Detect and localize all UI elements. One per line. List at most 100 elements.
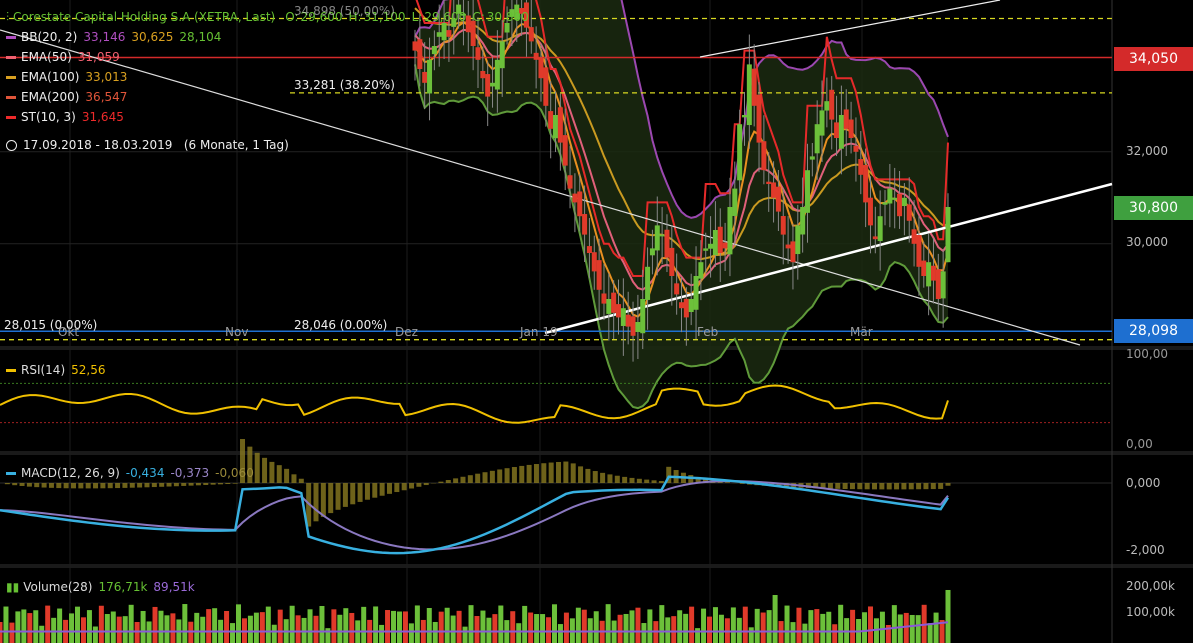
volume-bar — [593, 611, 599, 643]
candle-body — [606, 299, 612, 314]
volume-bar — [158, 610, 164, 643]
candle-body — [800, 207, 806, 235]
candle-body — [659, 234, 665, 237]
macd-hist-bar — [886, 483, 892, 490]
legend-row[interactable]: EMA(200) 36,547 — [6, 87, 133, 107]
volume-bar — [152, 606, 158, 643]
candle-body — [737, 124, 743, 181]
volume-bar — [933, 612, 939, 643]
candle-body — [557, 107, 563, 143]
volume-bar — [212, 608, 218, 643]
volume-bar — [891, 605, 897, 643]
candle-body — [528, 27, 534, 42]
candle-body — [446, 30, 452, 37]
date-range[interactable]: 17.09.2018 - 18.03.2019 (6 Monate, 1 Tag… — [6, 138, 289, 152]
volume-bar — [140, 610, 146, 643]
volume-bar — [540, 614, 546, 643]
macd-hist-bar — [335, 483, 341, 510]
macd-hist-bar — [541, 463, 547, 483]
macd-hist-bar — [298, 478, 304, 483]
macd-hist-bar — [460, 476, 466, 483]
candle-body — [882, 202, 888, 205]
month-label: Jan 19 — [520, 325, 558, 339]
volume-bar — [27, 613, 33, 643]
macd-hist-bar — [328, 483, 334, 514]
macd-hist-bar — [526, 464, 532, 483]
candle-body — [683, 298, 689, 318]
volume-bar — [92, 626, 98, 643]
volume-bar — [230, 623, 236, 643]
legend-swatch — [6, 36, 16, 39]
candle-body — [790, 241, 796, 263]
volume-axis-label: 100,00k — [1126, 605, 1175, 619]
macd-hist-bar — [423, 483, 429, 486]
volume-bar — [277, 609, 283, 643]
legend-label: BB(20, 2) — [21, 30, 78, 44]
candle-body — [669, 247, 675, 276]
month-label: Feb — [697, 325, 719, 339]
macd-hist-bar — [409, 483, 415, 489]
volume-bar — [331, 609, 337, 643]
candle-body — [911, 229, 917, 244]
volume-bar — [486, 617, 492, 643]
volume-bar — [51, 617, 57, 643]
candle-body — [722, 242, 728, 249]
legend-row[interactable]: EMA(50) 31,059 — [6, 47, 126, 67]
macd-hist-bar — [342, 483, 348, 507]
volume-bar — [462, 626, 468, 643]
volume-bar — [164, 615, 170, 643]
volume-bar — [122, 616, 128, 643]
macd-hist-bar — [394, 483, 400, 493]
candle-body — [935, 269, 941, 299]
volume-bar — [623, 613, 629, 643]
rsi-legend: RSI(14) 52,56 — [6, 360, 112, 380]
macd-hist-bar — [313, 483, 319, 522]
macd-hist-bar — [166, 483, 172, 487]
volume-bar — [456, 610, 462, 643]
volume-bar — [903, 612, 909, 643]
volume-bar — [546, 617, 552, 643]
volume-bar — [295, 615, 301, 643]
candle-body — [741, 115, 747, 118]
volume-bar — [57, 608, 63, 643]
volume-bar — [832, 624, 838, 643]
candle-body — [553, 115, 559, 139]
macd-hist-bar — [916, 483, 922, 490]
volume-bar — [9, 622, 15, 643]
macd-hist-bar — [70, 483, 76, 489]
candle-body — [567, 175, 573, 189]
volume-bar — [224, 610, 230, 643]
macd-hist-bar — [923, 483, 929, 490]
panel-bg — [0, 352, 1193, 450]
candle-body — [853, 145, 859, 152]
macd-hist-bar — [262, 457, 268, 483]
macd-hist-bar — [842, 483, 848, 489]
volume-bar — [271, 624, 277, 643]
candle-body — [625, 314, 631, 327]
macd-legend: MACD(12, 26, 9) -0,434 -0,373 -0,060 — [6, 463, 260, 483]
candle-body — [897, 193, 903, 217]
candle-body — [901, 197, 907, 207]
macd-hist-bar — [379, 483, 385, 496]
month-label: Dez — [395, 325, 418, 339]
chart-type-icon[interactable]: ⫶ — [6, 10, 9, 24]
clock-icon — [6, 140, 17, 151]
volume-bar — [605, 604, 611, 643]
legend-row[interactable]: ST(10, 3) 31,645 — [6, 107, 130, 127]
legend-row[interactable]: BB(20, 2) 33,146 30,625 28,104 — [6, 27, 227, 47]
volume-bar — [301, 617, 307, 643]
volume-bar — [39, 625, 45, 643]
macd-hist-bar — [26, 483, 32, 487]
volume-bar — [784, 605, 790, 643]
volume-bar — [170, 613, 176, 643]
macd-hist-bar — [533, 464, 539, 483]
legend-row[interactable]: EMA(100) 33,013 — [6, 67, 133, 87]
volume-bar — [480, 610, 486, 643]
candle-body — [863, 164, 869, 203]
candle-body — [480, 70, 486, 79]
candle-body — [611, 292, 617, 313]
volume-bar — [86, 610, 92, 643]
candle-body — [771, 182, 777, 198]
volume-bar — [498, 605, 504, 643]
fib-label-50: 34,898 (50,00%) — [294, 4, 395, 18]
